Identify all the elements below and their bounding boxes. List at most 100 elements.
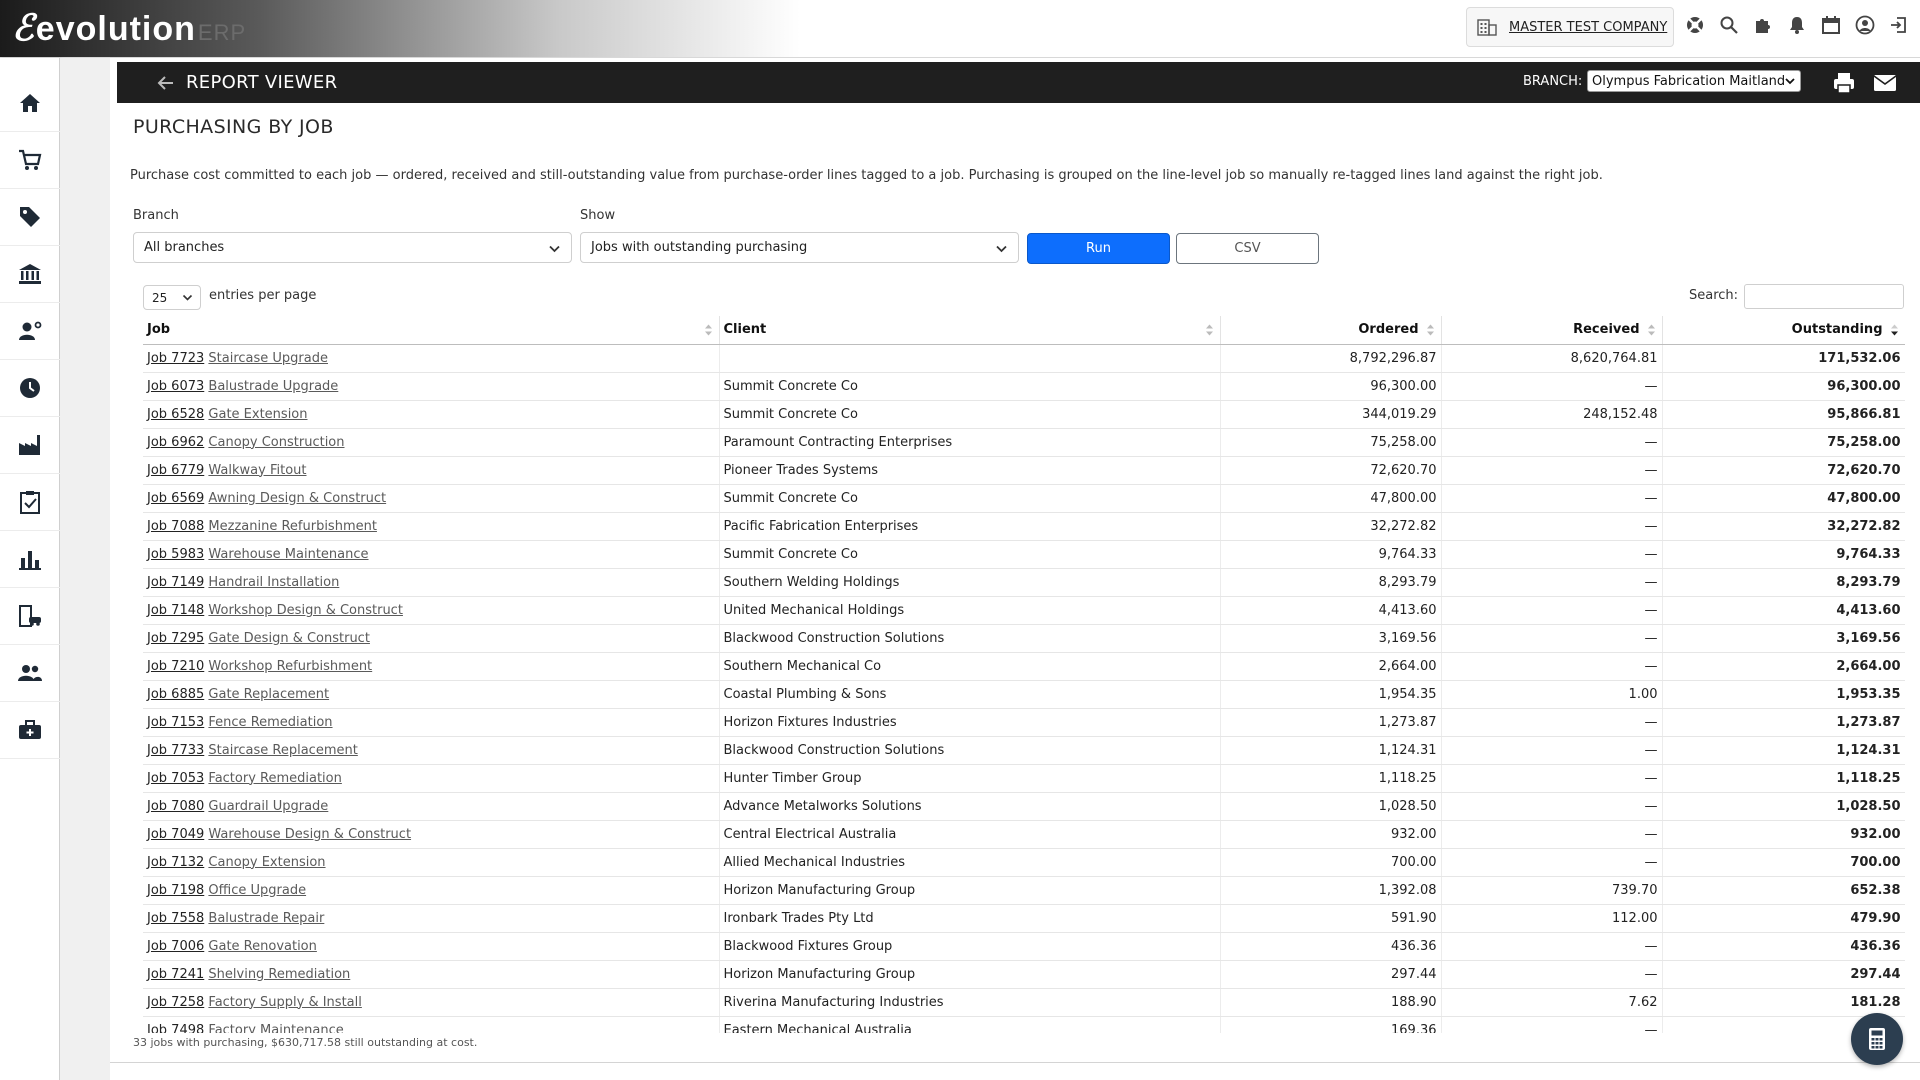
table-row[interactable]: Job 7210 Workshop Refurbishment Southern … [143, 652, 1905, 681]
job-number-link[interactable]: Job 7053 [147, 771, 204, 786]
sidebar-item-admin[interactable] [0, 702, 60, 759]
job-name-link[interactable]: Workshop Refurbishment [208, 659, 372, 674]
table-row[interactable]: Job 7558 Balustrade Repair Ironbark Trade… [143, 904, 1905, 933]
job-number-link[interactable]: Job 7006 [147, 939, 204, 954]
table-row[interactable]: Job 7258 Factory Supply & Install Riverin… [143, 988, 1905, 1017]
sidebar-item-pricing[interactable] [0, 189, 60, 246]
job-name-link[interactable]: Balustrade Upgrade [208, 379, 338, 394]
back-arrow-icon[interactable] [157, 74, 175, 92]
run-button[interactable]: Run [1027, 233, 1170, 264]
column-header-received[interactable]: Received [1441, 316, 1663, 345]
job-name-link[interactable]: Workshop Design & Construct [208, 603, 403, 618]
table-row[interactable]: Job 7132 Canopy Extension Allied Mechanic… [143, 848, 1905, 877]
table-row[interactable]: Job 7080 Guardrail Upgrade Advance Metalw… [143, 792, 1905, 821]
table-row[interactable]: Job 7295 Gate Design & Construct Blackwoo… [143, 624, 1905, 653]
table-row[interactable]: Job 5983 Warehouse Maintenance Summit Con… [143, 540, 1905, 569]
email-icon[interactable] [1872, 71, 1898, 95]
table-row[interactable]: Job 7053 Factory Remediation Hunter Timbe… [143, 764, 1905, 793]
job-name-link[interactable]: Warehouse Maintenance [208, 547, 368, 562]
table-row[interactable]: Job 6779 Walkway Fitout Pioneer Trades Sy… [143, 456, 1905, 485]
table-row[interactable]: Job 7241 Shelving Remediation Horizon Man… [143, 960, 1905, 989]
table-row[interactable]: Job 7733 Staircase Replacement Blackwood … [143, 736, 1905, 765]
job-name-link[interactable]: Factory Maintenance [208, 1023, 343, 1034]
sidebar-item-assets[interactable] [0, 588, 60, 645]
job-name-link[interactable]: Gate Replacement [208, 687, 329, 702]
sidebar-item-finance[interactable] [0, 246, 60, 303]
job-name-link[interactable]: Factory Supply & Install [208, 995, 361, 1010]
job-number-link[interactable]: Job 7733 [147, 743, 204, 758]
bell-icon[interactable] [1786, 14, 1808, 36]
job-number-link[interactable]: Job 6962 [147, 435, 204, 450]
table-row[interactable]: Job 7149 Handrail Installation Southern W… [143, 568, 1905, 597]
sidebar-item-crm[interactable] [0, 303, 60, 360]
branch-select[interactable]: Olympus Fabrication Maitland [1587, 70, 1801, 92]
table-row[interactable]: Job 6962 Canopy Construction Paramount Co… [143, 428, 1905, 457]
sidebar-item-tasks[interactable] [0, 474, 60, 531]
job-number-link[interactable]: Job 7153 [147, 715, 204, 730]
sidebar-item-production[interactable] [0, 417, 60, 474]
job-name-link[interactable]: Guardrail Upgrade [208, 799, 328, 814]
table-row[interactable]: Job 7088 Mezzanine Refurbishment Pacific … [143, 512, 1905, 541]
table-row[interactable]: Job 7049 Warehouse Design & Construct Cen… [143, 820, 1905, 849]
print-icon[interactable] [1831, 71, 1857, 95]
help-lifebuoy-icon[interactable] [1684, 14, 1706, 36]
csv-button[interactable]: CSV [1176, 233, 1319, 264]
job-name-link[interactable]: Staircase Replacement [208, 743, 357, 758]
search-input[interactable] [1744, 284, 1904, 309]
job-number-link[interactable]: Job 6885 [147, 687, 204, 702]
logout-icon[interactable] [1888, 14, 1910, 36]
job-number-link[interactable]: Job 7210 [147, 659, 204, 674]
table-row[interactable]: Job 7006 Gate Renovation Blackwood Fixtur… [143, 932, 1905, 961]
job-name-link[interactable]: Mezzanine Refurbishment [208, 519, 377, 534]
table-row[interactable]: Job 6528 Gate Extension Summit Concrete C… [143, 400, 1905, 429]
job-number-link[interactable]: Job 7723 [147, 351, 204, 366]
job-name-link[interactable]: Factory Remediation [208, 771, 341, 786]
job-name-link[interactable]: Gate Renovation [208, 939, 316, 954]
job-number-link[interactable]: Job 6779 [147, 463, 204, 478]
job-number-link[interactable]: Job 7198 [147, 883, 204, 898]
puzzle-icon[interactable] [1752, 14, 1774, 36]
job-number-link[interactable]: Job 7132 [147, 855, 204, 870]
job-name-link[interactable]: Canopy Construction [208, 435, 344, 450]
job-number-link[interactable]: Job 6528 [147, 407, 204, 422]
table-row[interactable]: Job 6569 Awning Design & Construct Summit… [143, 484, 1905, 513]
job-name-link[interactable]: Fence Remediation [208, 715, 332, 730]
job-name-link[interactable]: Balustrade Repair [208, 911, 324, 926]
results-table-container[interactable]: Job Client Ordered Received Outstanding … [143, 316, 1905, 1033]
column-header-ordered[interactable]: Ordered [1220, 316, 1442, 345]
job-number-link[interactable]: Job 7148 [147, 603, 204, 618]
table-row[interactable]: Job 7198 Office Upgrade Horizon Manufactu… [143, 876, 1905, 905]
company-selector[interactable]: MASTER TEST COMPANY [1466, 7, 1674, 47]
sidebar-item-reports[interactable] [0, 531, 60, 588]
job-name-link[interactable]: Gate Design & Construct [208, 631, 370, 646]
job-number-link[interactable]: Job 7080 [147, 799, 204, 814]
sidebar-item-time[interactable] [0, 360, 60, 417]
branch-filter-select[interactable]: All branches [133, 232, 572, 263]
job-number-link[interactable]: Job 7258 [147, 995, 204, 1010]
table-row[interactable]: Job 7153 Fence Remediation Horizon Fixtur… [143, 708, 1905, 737]
sidebar-item-sales[interactable] [0, 132, 60, 189]
job-number-link[interactable]: Job 6569 [147, 491, 204, 506]
job-number-link[interactable]: Job 7241 [147, 967, 204, 982]
job-name-link[interactable]: Office Upgrade [208, 883, 306, 898]
sidebar-item-home[interactable] [0, 75, 60, 132]
table-row[interactable]: Job 6073 Balustrade Upgrade Summit Concre… [143, 372, 1905, 401]
user-circle-icon[interactable] [1854, 14, 1876, 36]
job-name-link[interactable]: Warehouse Design & Construct [208, 827, 411, 842]
table-row[interactable]: Job 6885 Gate Replacement Coastal Plumbin… [143, 680, 1905, 709]
calculator-button[interactable] [1851, 1013, 1903, 1065]
sidebar-item-people[interactable] [0, 645, 60, 702]
table-row[interactable]: Job 7498 Factory Maintenance Eastern Mech… [143, 1016, 1905, 1033]
column-header-job[interactable]: Job [143, 316, 720, 345]
job-number-link[interactable]: Job 7498 [147, 1023, 204, 1034]
job-number-link[interactable]: Job 7295 [147, 631, 204, 646]
job-number-link[interactable]: Job 7088 [147, 519, 204, 534]
column-header-outstanding[interactable]: Outstanding [1662, 316, 1905, 345]
job-name-link[interactable]: Gate Extension [208, 407, 307, 422]
job-name-link[interactable]: Handrail Installation [208, 575, 339, 590]
job-name-link[interactable]: Awning Design & Construct [208, 491, 386, 506]
job-number-link[interactable]: Job 7049 [147, 827, 204, 842]
job-name-link[interactable]: Shelving Remediation [208, 967, 350, 982]
job-number-link[interactable]: Job 5983 [147, 547, 204, 562]
column-header-client[interactable]: Client [719, 316, 1221, 345]
